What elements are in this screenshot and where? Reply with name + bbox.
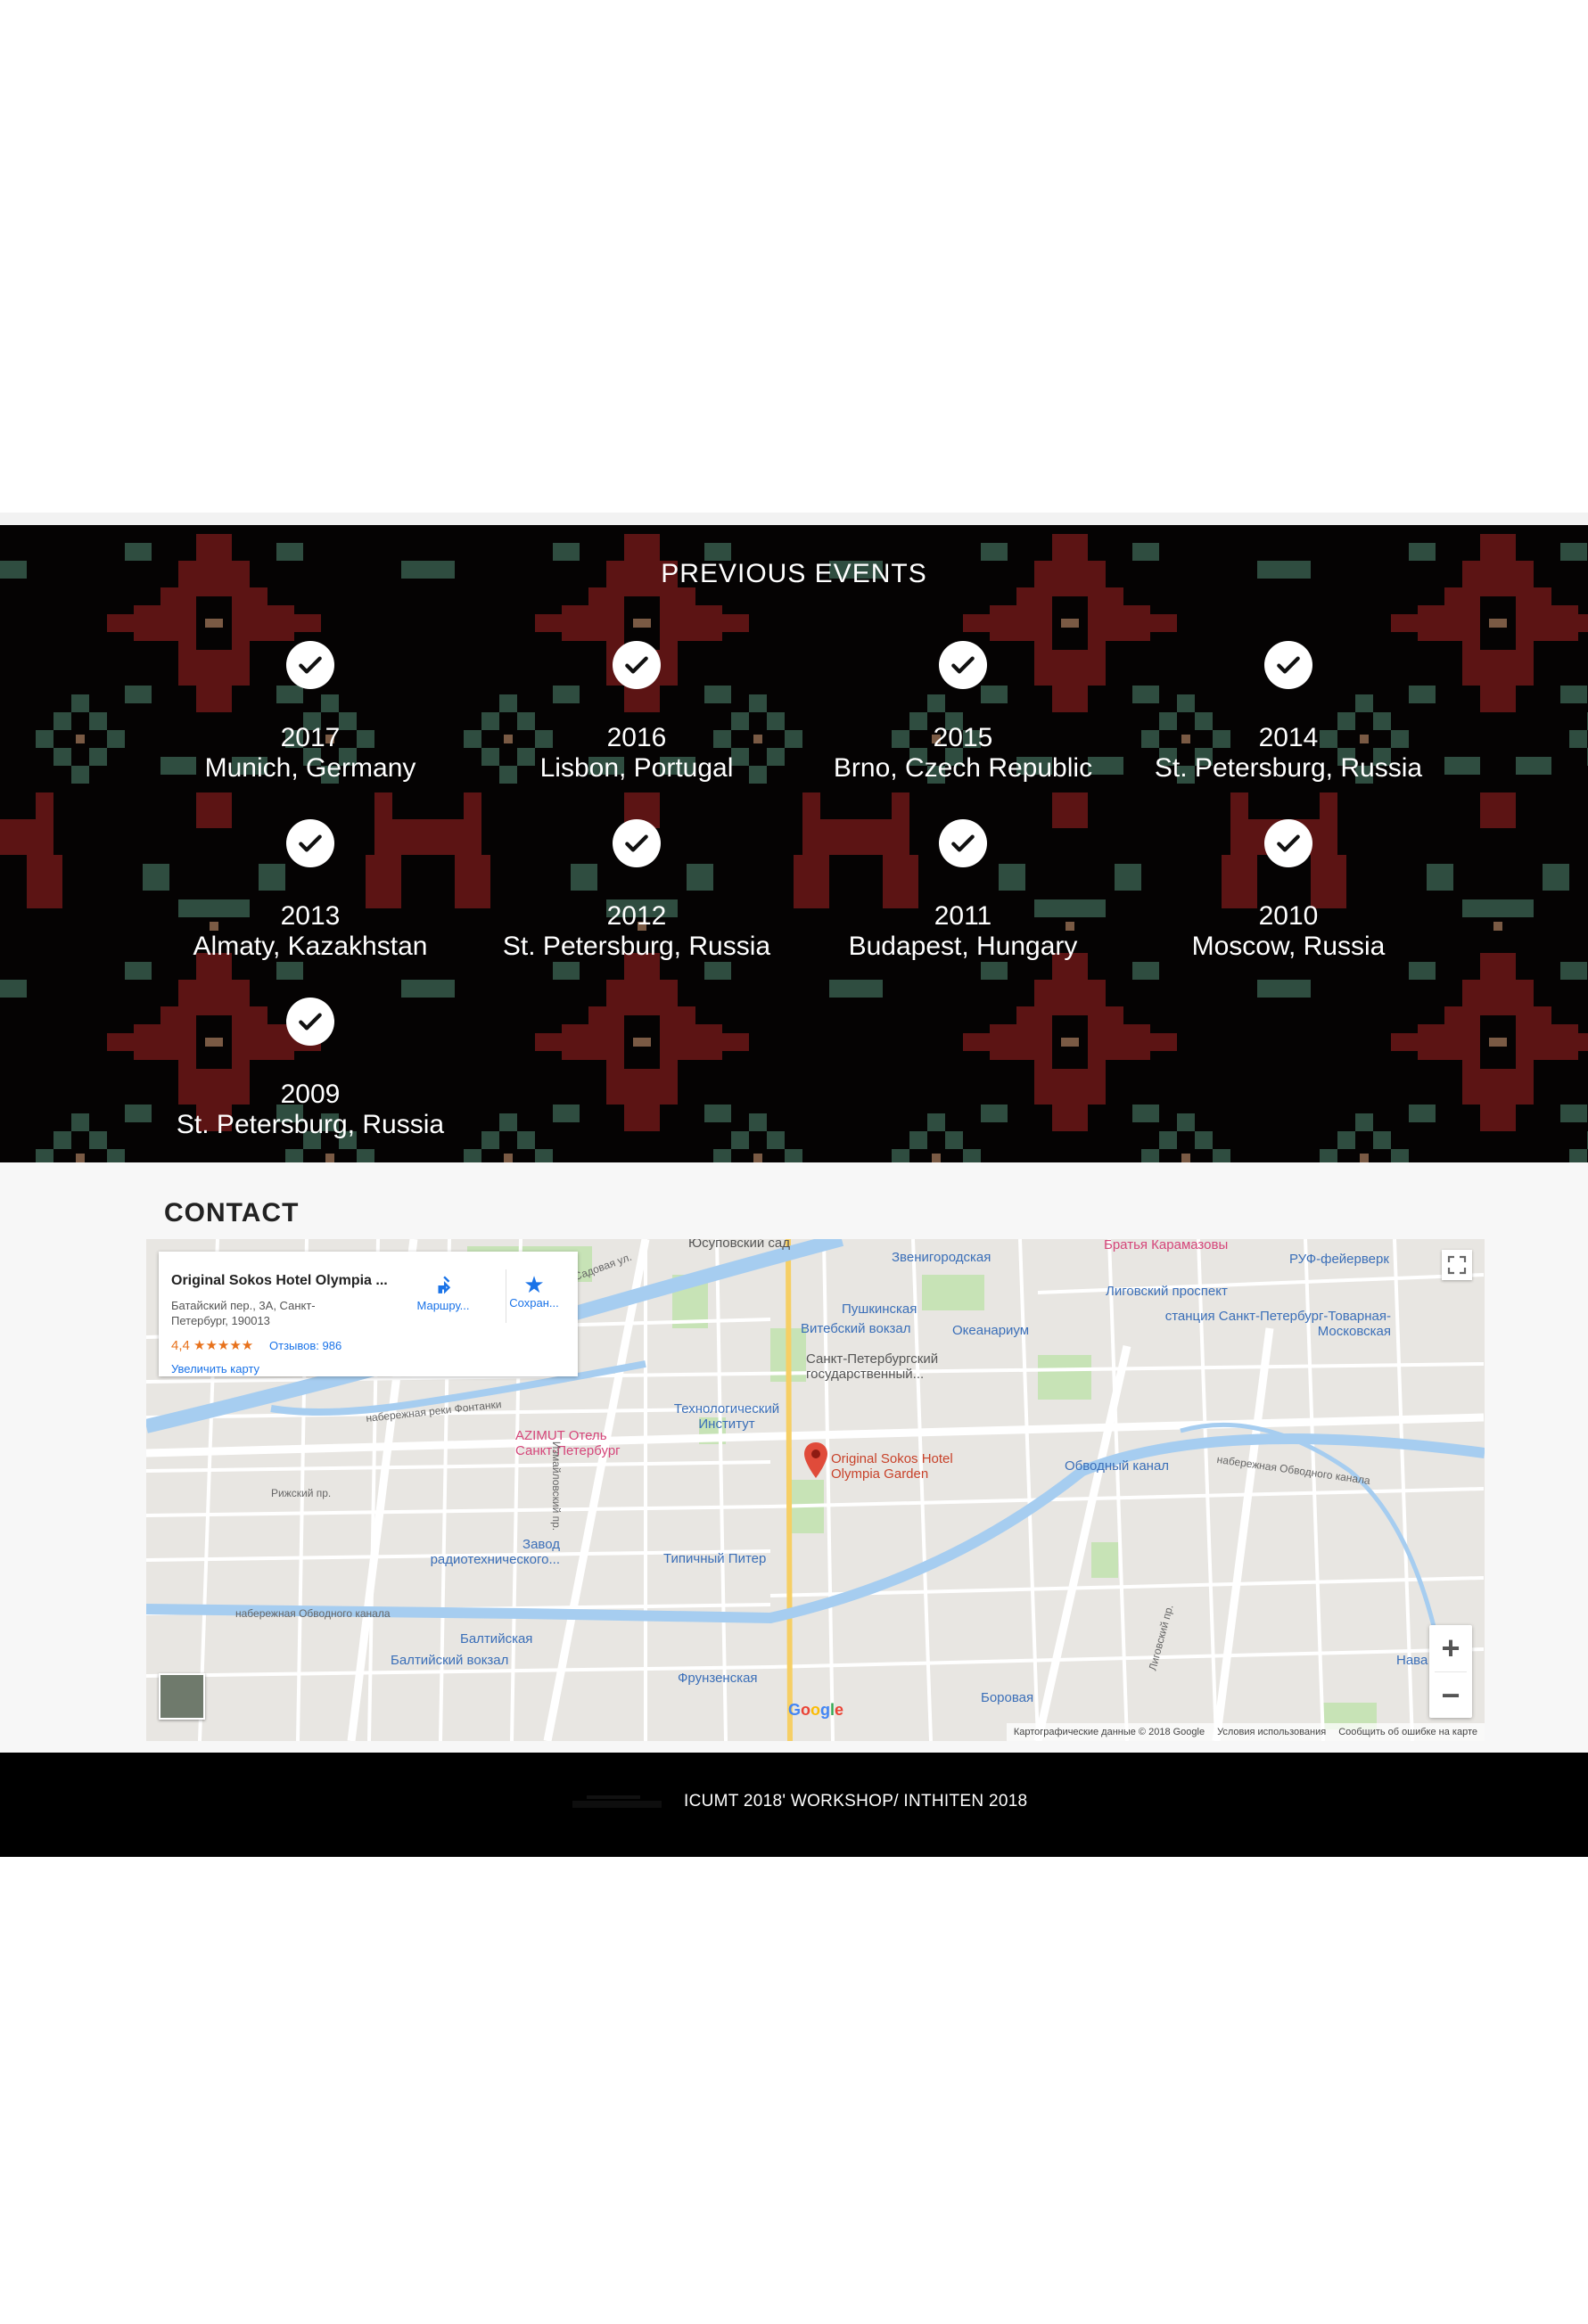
report-error-link[interactable]: Сообщить об ошибке на карте — [1338, 1727, 1477, 1737]
event-item: 2011 Budapest, Hungary — [802, 819, 1123, 962]
event-item: 2012 St. Petersburg, Russia — [476, 819, 797, 962]
reviews-link[interactable]: Отзывов: 986 — [269, 1339, 341, 1352]
check-circle-icon — [1264, 641, 1312, 689]
previous-events-section: PREVIOUS EVENTS 2017 Munich, Germany 201… — [0, 525, 1588, 1162]
directions-icon — [438, 1276, 451, 1294]
google-logo: Google — [788, 1701, 844, 1719]
google-map[interactable]: Юсуповский сад Звенигородская Братья Кар… — [146, 1239, 1485, 1741]
event-year: 2014 — [1258, 723, 1319, 752]
event-year: 2010 — [1258, 901, 1319, 931]
map-road-label: Измайловский пр. — [550, 1441, 564, 1532]
map-label: РУФ-фейерверк — [1289, 1252, 1389, 1267]
event-year: 2015 — [933, 723, 993, 752]
star-icon: ★ — [523, 1271, 545, 1298]
footer-copyright: ICUMT 2018' WORKSHOP/ INTHITEN 2018 — [684, 1792, 1028, 1811]
check-circle-icon — [286, 819, 334, 867]
enlarge-map-link[interactable]: Увеличить карту — [171, 1362, 259, 1376]
map-road-label: набережная Обводного канала — [235, 1607, 391, 1620]
check-circle-icon — [1264, 819, 1312, 867]
zoom-out-button[interactable]: − — [1429, 1672, 1472, 1719]
directions-button[interactable]: Маршру... — [403, 1273, 483, 1312]
page-top-blank — [0, 0, 1588, 513]
check-circle-icon — [613, 641, 661, 689]
event-location: Moscow, Russia — [1191, 932, 1386, 961]
map-attribution: Картографические данные © 2018 Google Ус… — [1006, 1723, 1485, 1741]
map-label: Витебский вокзал — [801, 1321, 911, 1336]
event-item: 2014 St. Petersburg, Russia — [1128, 641, 1449, 784]
check-circle-icon — [286, 998, 334, 1046]
footer-logo — [572, 1795, 662, 1808]
terms-link[interactable]: Условия использования — [1217, 1727, 1326, 1737]
place-title: Original Sokos Hotel Olympia ... — [171, 1273, 388, 1288]
event-location: Almaty, Kazakhstan — [193, 932, 428, 961]
map-label: Нава — [1396, 1653, 1428, 1668]
event-item: 2016 Lisbon, Portugal — [476, 641, 797, 784]
contact-title: CONTACT — [164, 1198, 300, 1228]
event-year: 2009 — [280, 1080, 341, 1109]
event-item: 2010 Moscow, Russia — [1128, 819, 1449, 962]
satellite-toggle-thumbnail[interactable] — [159, 1673, 205, 1720]
event-location: St. Petersburg, Russia — [502, 932, 771, 961]
save-button[interactable]: ★ Сохран... — [494, 1273, 574, 1310]
event-item: 2009 St. Petersburg, Russia — [150, 998, 471, 1140]
zoom-in-button[interactable]: + — [1429, 1625, 1472, 1671]
check-circle-icon — [613, 819, 661, 867]
map-label: Балтийский вокзал — [391, 1653, 509, 1668]
map-label: станция Санкт-Петербург-Товарная-Московс… — [1164, 1309, 1391, 1339]
zoom-controls: + − — [1429, 1625, 1472, 1718]
map-label: Фрунзенская — [678, 1671, 758, 1686]
map-label: Санкт-Петербургский государственный... — [806, 1351, 939, 1382]
map-pin-label: Original Sokos Hotel Olympia Garden — [831, 1451, 953, 1482]
event-location: St. Petersburg, Russia — [1154, 753, 1423, 783]
map-road-label: Рижский пр. — [271, 1487, 332, 1499]
section-divider — [0, 513, 1588, 525]
event-location: Munich, Germany — [204, 753, 416, 783]
map-label: Балтийская — [460, 1631, 533, 1647]
event-year: 2011 — [934, 901, 992, 931]
check-circle-icon — [939, 819, 987, 867]
event-year: 2013 — [280, 901, 341, 931]
save-label: Сохран... — [509, 1296, 559, 1310]
place-rating: 4,4 ★★★★★ — [171, 1338, 254, 1353]
map-label: Типичный Питер — [663, 1551, 767, 1566]
event-location: Budapest, Hungary — [848, 932, 1078, 961]
map-label: AZIMUT Отель Санкт-Петербург — [515, 1428, 621, 1458]
event-item: 2013 Almaty, Kazakhstan — [150, 819, 471, 962]
event-item: 2017 Munich, Germany — [150, 641, 471, 784]
map-label: Звенигородская — [892, 1250, 991, 1265]
contact-section: CONTACT Юсуповский сад Звенигородская Бр… — [0, 1162, 1588, 1753]
site-footer: ICUMT 2018' WORKSHOP/ INTHITEN 2018 — [0, 1753, 1588, 1857]
event-year: 2017 — [280, 723, 341, 752]
map-pin-icon[interactable] — [802, 1441, 829, 1480]
map-info-card: Original Sokos Hotel Olympia ... Батайск… — [159, 1252, 578, 1376]
event-location: Brno, Czech Republic — [833, 753, 1093, 783]
fullscreen-icon[interactable] — [1442, 1250, 1472, 1280]
place-address: Батайский пер., 3А, Санкт-Петербург, 190… — [171, 1299, 316, 1327]
map-label: Лиговский проспект — [1106, 1284, 1228, 1299]
map-label: Юсуповский сад — [688, 1239, 791, 1251]
event-location: Lisbon, Portugal — [539, 753, 734, 783]
map-label: Пушкинская — [842, 1302, 917, 1317]
map-label: Технологический Институт — [673, 1401, 780, 1432]
event-item: 2015 Brno, Czech Republic — [802, 641, 1123, 784]
events-title: PREVIOUS EVENTS — [661, 559, 927, 588]
check-circle-icon — [939, 641, 987, 689]
event-year: 2016 — [606, 723, 667, 752]
check-circle-icon — [286, 641, 334, 689]
event-location: St. Petersburg, Russia — [176, 1110, 445, 1139]
map-data-credit: Картографические данные © 2018 Google — [1013, 1727, 1205, 1737]
event-year: 2012 — [606, 901, 667, 931]
map-label: Завод радиотехнического... — [430, 1537, 560, 1567]
map-label: Боровая — [981, 1690, 1034, 1705]
directions-label: Маршру... — [416, 1299, 470, 1312]
map-label: Океанариум — [952, 1323, 1030, 1338]
map-label: Братья Карамазовы — [1104, 1239, 1229, 1252]
map-label: Обводный канал — [1065, 1458, 1170, 1474]
